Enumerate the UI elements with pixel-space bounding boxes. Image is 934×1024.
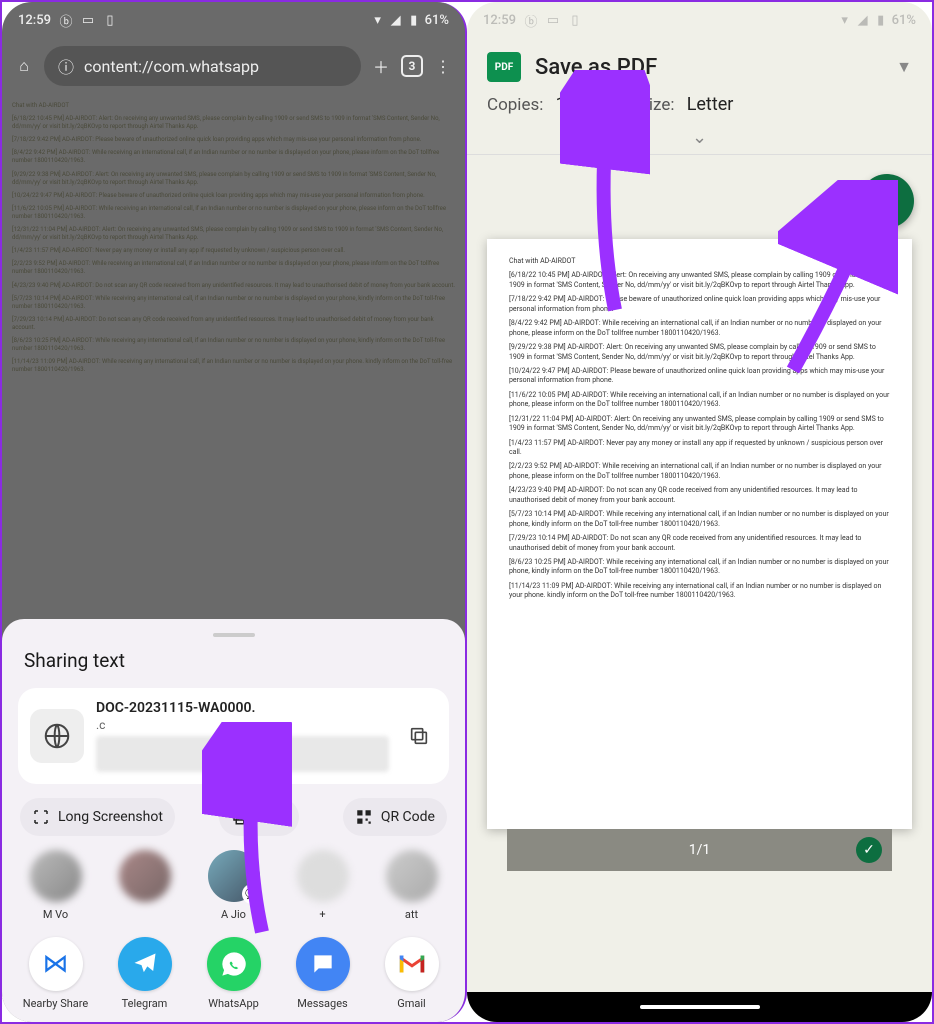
status-bar: 12:59 ⓑ ▭ ▯ ▾ ◢ ▮ 61%	[2, 2, 465, 38]
wifi-icon: ▾	[838, 13, 852, 27]
chat-line: [2/2/23 9:52 PM] AD-AIRDOT: While receiv…	[12, 260, 455, 276]
signal-icon: ◢	[389, 13, 403, 27]
destination-label: Save as PDF	[535, 55, 882, 80]
contacts-row: M Vo 💬A Jio + att	[2, 850, 465, 931]
info-icon: ⓘ	[58, 54, 74, 78]
apps-row: ⋈Nearby Share Telegram WhatsApp Messages…	[2, 931, 465, 1010]
notif-icon: ▯	[568, 13, 582, 27]
globe-icon	[30, 709, 84, 763]
more-icon[interactable]: ⋮	[431, 54, 455, 78]
nav-bar	[467, 992, 932, 1022]
chat-line: [4/23/23 9:40 PM] AD-AIRDOT: Do not scan…	[509, 486, 890, 505]
print-preview: Chat with AD-AIRDOT [6/18/22 10:45 PM] A…	[467, 155, 932, 855]
new-tab-icon[interactable]: ＋	[369, 54, 393, 78]
page-preview[interactable]: Chat with AD-AIRDOT [6/18/22 10:45 PM] A…	[487, 239, 912, 829]
expand-options[interactable]: ⌄	[467, 125, 932, 154]
chat-line: [8/4/22 9:42 PM] AD-AIRDOT: While receiv…	[12, 149, 455, 165]
chat-line: [6/18/22 10:45 PM] AD-AIRDOT: Alert: On …	[509, 271, 890, 290]
contact[interactable]: 💬A Jio	[192, 850, 275, 921]
chat-line: [9/29/22 9:38 PM] AD-AIRDOT: Alert: On r…	[509, 343, 890, 362]
tab-switcher[interactable]: 3	[401, 55, 423, 77]
status-bar: 12:59 ⓑ ▭ ▯ ▾ ◢ ▮ 61%	[467, 2, 932, 38]
chat-line: [8/4/22 9:42 PM] AD-AIRDOT: While receiv…	[509, 319, 890, 338]
url-text: content://com.whatsapp	[84, 57, 259, 76]
chat-line: [5/7/23 10:14 PM] AD-AIRDOT: While recei…	[509, 510, 890, 529]
battery-icon: ▮	[407, 13, 421, 27]
page-content: Chat with AD-AIRDOT [6/18/22 10:45 PM] A…	[2, 94, 465, 474]
svg-text:PDF: PDF	[881, 206, 893, 213]
page-selected-check-icon[interactable]: ✓	[856, 837, 882, 863]
chat-line: [8/6/23 10:25 PM] AD-AIRDOT: While recei…	[509, 558, 890, 577]
chat-line: [7/18/22 9:42 PM] AD-AIRDOT: Please bewa…	[12, 136, 455, 144]
browser-toolbar: ⌂ ⓘ content://com.whatsapp ＋ 3 ⋮	[2, 38, 465, 94]
home-icon[interactable]: ⌂	[12, 54, 36, 78]
wifi-icon: ▾	[371, 13, 385, 27]
app-gmail[interactable]: Gmail	[370, 937, 453, 1010]
chat-line: [10/24/22 9:47 PM] AD-AIRDOT: Please bew…	[12, 192, 455, 200]
chat-line: [11/14/23 11:09 PM] AD-AIRDOT: While rec…	[509, 582, 890, 601]
chat-line: [8/6/23 10:25 PM] AD-AIRDOT: While recei…	[12, 337, 455, 353]
copies-field[interactable]: Copies: 1	[487, 94, 566, 115]
page-counter: 1/1 ✓	[507, 829, 892, 871]
copy-icon[interactable]	[401, 718, 437, 754]
document-card[interactable]: DOC-20231115-WA0000. .c	[18, 688, 449, 784]
redacted-area	[96, 736, 389, 772]
save-pdf-fab[interactable]: PDF	[860, 174, 914, 228]
share-sheet: Sharing text DOC-20231115-WA0000. .c Lon…	[2, 619, 465, 1022]
print-button[interactable]: Print	[219, 798, 298, 836]
chat-line: [11/6/22 10:05 PM] AD-AIRDOT: While rece…	[12, 205, 455, 221]
app-nearby-share[interactable]: ⋈Nearby Share	[14, 937, 97, 1010]
status-time: 12:59	[18, 13, 51, 28]
notif-icon: ⓑ	[524, 13, 538, 27]
qr-code-button[interactable]: QR Code	[343, 798, 447, 836]
chat-line: [6/18/22 10:45 PM] AD-AIRDOT: Alert: On …	[12, 115, 455, 131]
url-bar[interactable]: ⓘ content://com.whatsapp	[44, 46, 361, 86]
chevron-down-icon: ▼	[896, 57, 912, 77]
share-title: Sharing text	[2, 649, 465, 688]
contact[interactable]: +	[281, 850, 364, 921]
chat-line: [12/31/22 11:04 PM] AD-AIRDOT: Alert: On…	[12, 226, 455, 242]
notif-icon: ▯	[103, 13, 117, 27]
doc-name: DOC-20231115-WA0000.	[96, 700, 389, 716]
chat-line: [12/31/22 11:04 PM] AD-AIRDOT: Alert: On…	[509, 415, 890, 434]
destination-selector[interactable]: PDF Save as PDF ▼	[487, 52, 912, 82]
doc-sub: .c	[96, 718, 389, 732]
home-pill[interactable]	[640, 1005, 760, 1009]
notif-icon: ▭	[546, 13, 560, 27]
chat-line: [5/7/23 10:14 PM] AD-AIRDOT: While recei…	[12, 295, 455, 311]
chat-line: [11/14/23 11:09 PM] AD-AIRDOT: While rec…	[12, 358, 455, 374]
chat-title: Chat with AD-AIRDOT	[12, 102, 455, 110]
chat-line: [2/2/23 9:52 PM] AD-AIRDOT: While receiv…	[509, 462, 890, 481]
messages-badge-icon: 💬	[242, 884, 262, 904]
app-messages[interactable]: Messages	[281, 937, 364, 1010]
chat-line: [10/24/22 9:47 PM] AD-AIRDOT: Please bew…	[509, 367, 890, 386]
print-options: PDF Save as PDF ▼ Copies: 1 Paper size: …	[467, 38, 932, 125]
chat-title: Chat with AD-AIRDOT	[509, 257, 890, 266]
paper-size-field[interactable]: Paper size: Letter	[592, 94, 734, 115]
chat-line: [9/29/22 9:38 PM] AD-AIRDOT: Alert: On r…	[12, 171, 455, 187]
pdf-icon: PDF	[487, 52, 521, 82]
battery-pct: 61%	[425, 13, 449, 28]
chat-line: [7/29/23 10:14 PM] AD-AIRDOT: Do not sca…	[12, 316, 455, 332]
chat-line: [7/18/22 9:42 PM] AD-AIRDOT: Please bewa…	[509, 295, 890, 314]
signal-icon: ◢	[856, 13, 870, 27]
notif-icon: ▭	[81, 13, 95, 27]
drag-handle[interactable]	[213, 633, 255, 637]
notif-icon: ⓑ	[59, 13, 73, 27]
chat-line: [1/4/23 11:57 PM] AD-AIRDOT: Never pay a…	[509, 439, 890, 458]
chat-line: [4/23/23 9:40 PM] AD-AIRDOT: Do not scan…	[12, 282, 455, 290]
app-whatsapp[interactable]: WhatsApp	[192, 937, 275, 1010]
chat-line: [1/4/23 11:57 PM] AD-AIRDOT: Never pay a…	[12, 247, 455, 255]
status-time: 12:59	[483, 13, 516, 28]
battery-pct: 61%	[892, 13, 916, 28]
app-telegram[interactable]: Telegram	[103, 937, 186, 1010]
contact[interactable]: M Vo	[14, 850, 97, 921]
long-screenshot-button[interactable]: Long Screenshot	[20, 798, 175, 836]
contact[interactable]	[103, 850, 186, 921]
battery-icon: ▮	[874, 13, 888, 27]
chat-line: [11/6/22 10:05 PM] AD-AIRDOT: While rece…	[509, 391, 890, 410]
chat-line: [7/29/23 10:14 PM] AD-AIRDOT: Do not sca…	[509, 534, 890, 553]
contact[interactable]: att	[370, 850, 453, 921]
